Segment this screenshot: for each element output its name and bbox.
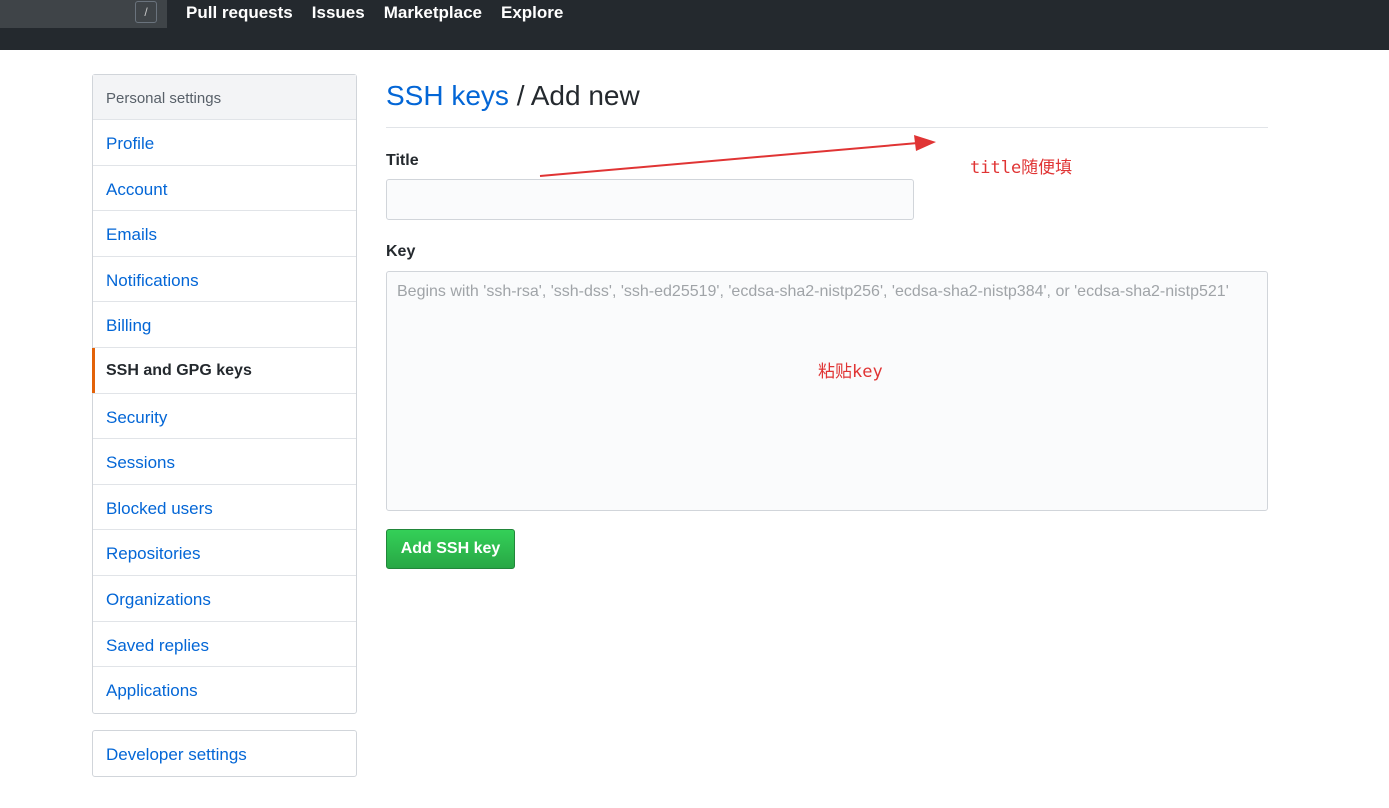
- annotation-arrow-icon: [539, 135, 936, 177]
- annotation-key-note: 粘贴key: [818, 362, 883, 382]
- annotation-title-note: title随便填: [970, 158, 1073, 178]
